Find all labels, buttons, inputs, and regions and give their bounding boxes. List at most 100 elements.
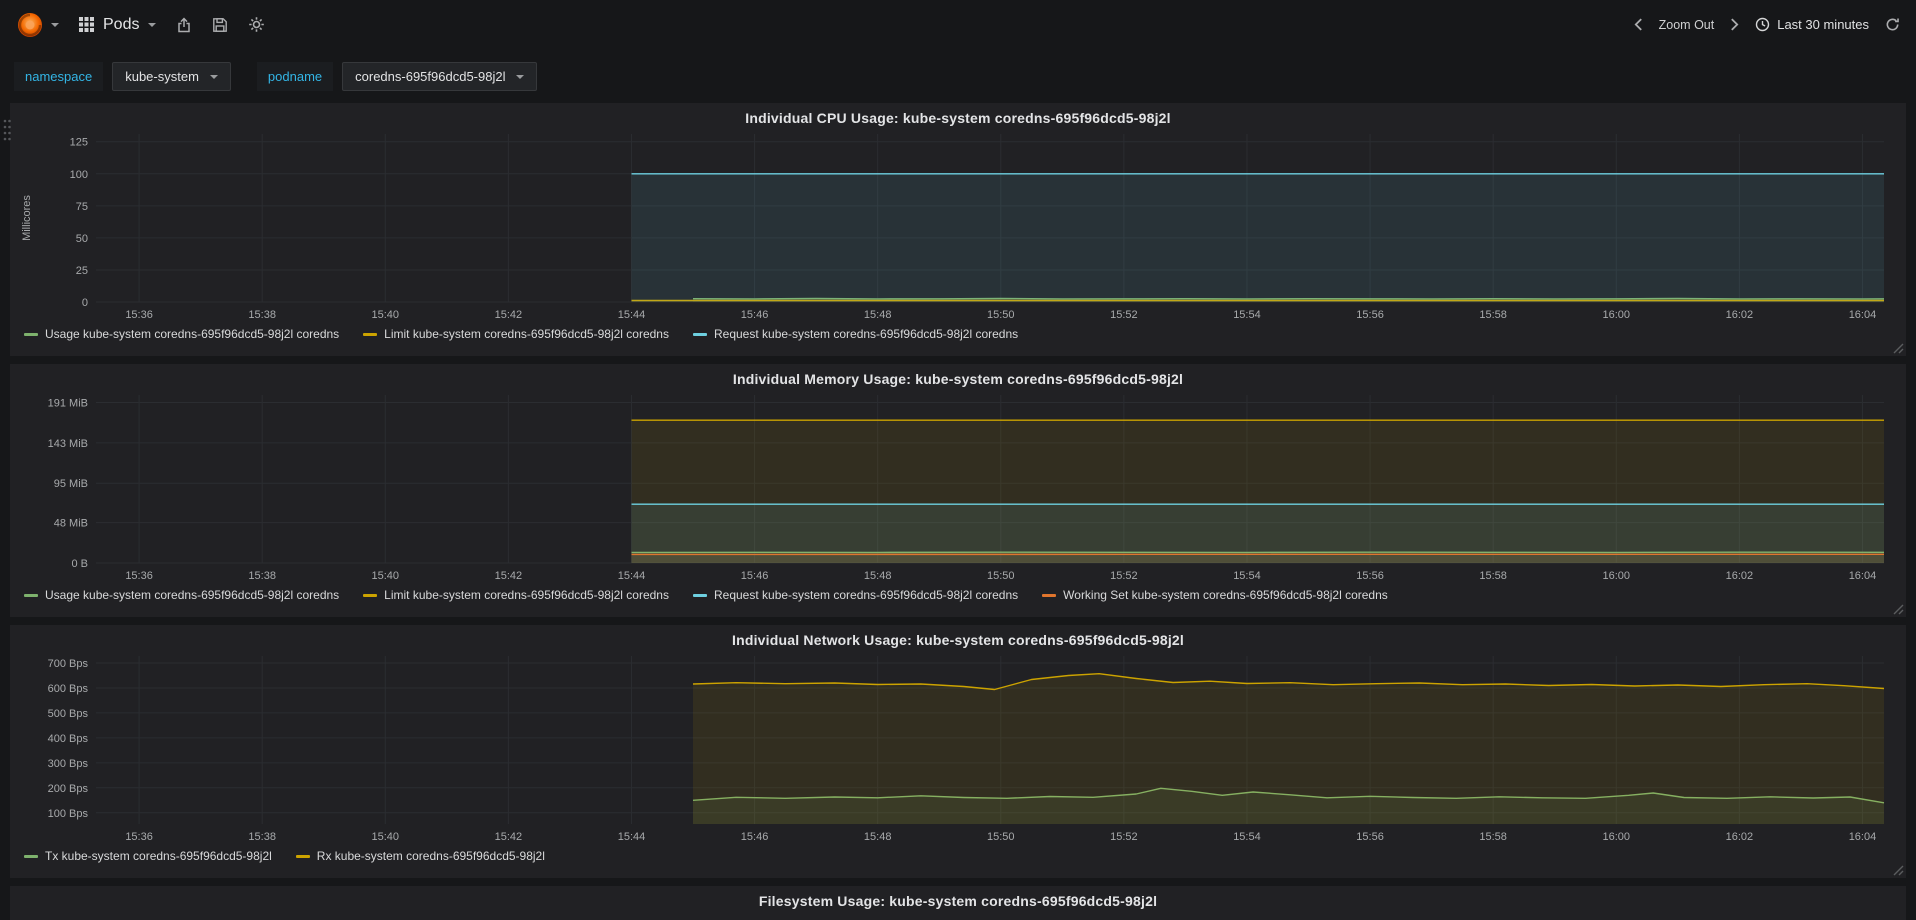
svg-text:16:04: 16:04 (1849, 309, 1877, 321)
legend-item[interactable]: Usage kube-system coredns-695f96dcd5-98j… (24, 588, 339, 602)
svg-text:15:38: 15:38 (248, 831, 276, 843)
variable-namespace-label: namespace (14, 62, 104, 91)
grafana-menu-button[interactable] (16, 11, 59, 39)
panel-title-network[interactable]: Individual Network Usage: kube-system co… (10, 625, 1906, 650)
chevron-down-icon (51, 22, 59, 27)
svg-text:15:52: 15:52 (1110, 309, 1138, 321)
share-icon (178, 17, 191, 32)
panel-title-memory[interactable]: Individual Memory Usage: kube-system cor… (10, 364, 1906, 389)
svg-text:0 B: 0 B (71, 558, 88, 570)
network-usage-chart[interactable]: 100 Bps 200 Bps 300 Bps 400 Bps 500 Bps 600 B… (16, 650, 1900, 848)
svg-text:191 MiB: 191 MiB (48, 398, 88, 410)
svg-text:95 MiB: 95 MiB (54, 478, 88, 490)
panel-resize-handle[interactable] (1891, 341, 1904, 354)
dashboard-title: Pods (103, 15, 140, 33)
memory-chart-area: 0 B 48 MiB 95 MiB 143 MiB 191 MiB 15:36 15:38 1… (10, 389, 1906, 587)
network-chart-area: 100 Bps 200 Bps 300 Bps 400 Bps 500 Bps 600 B… (10, 650, 1906, 848)
legend-series-name: Tx kube-system coredns-695f96dcd5-98j2l (45, 849, 272, 863)
svg-text:15:58: 15:58 (1479, 309, 1507, 321)
share-button[interactable] (176, 17, 192, 33)
time-range-picker[interactable]: Last 30 minutes (1755, 17, 1869, 32)
network-legend: Tx kube-system coredns-695f96dcd5-98j2l R… (10, 848, 1906, 871)
refresh-button[interactable] (1885, 17, 1900, 32)
variable-podname: podname coredns-695f96dcd5-98j2l (256, 62, 538, 91)
row-drag-handle[interactable] (2, 118, 12, 142)
dashboard-picker[interactable]: Pods (79, 15, 157, 34)
legend-series-swatch (24, 854, 38, 858)
legend-item[interactable]: Request kube-system coredns-695f96dcd5-9… (692, 588, 1019, 602)
svg-text:15:42: 15:42 (495, 831, 523, 843)
memory-legend: Usage kube-system coredns-695f96dcd5-98j… (10, 587, 1906, 610)
clock-icon (1756, 17, 1770, 32)
svg-text:15:48: 15:48 (864, 831, 892, 843)
svg-text:15:36: 15:36 (125, 570, 153, 582)
svg-text:15:46: 15:46 (741, 570, 769, 582)
chevron-down-icon (148, 22, 157, 27)
svg-text:15:56: 15:56 (1356, 831, 1384, 843)
apps-grid-icon (79, 17, 94, 32)
svg-text:15:52: 15:52 (1110, 570, 1138, 582)
legend-item[interactable]: Usage kube-system coredns-695f96dcd5-98j… (24, 327, 339, 341)
legend-series-swatch (24, 332, 38, 336)
cpu-legend: Usage kube-system coredns-695f96dcd5-98j… (10, 326, 1906, 349)
svg-text:16:02: 16:02 (1726, 309, 1754, 321)
legend-series-swatch (295, 854, 310, 858)
svg-text:16:00: 16:00 (1602, 309, 1630, 321)
legend-series-name: Request kube-system coredns-695f96dcd5-9… (713, 327, 1019, 341)
panel-title-filesystem[interactable]: Filesystem Usage: kube-system coredns-69… (10, 886, 1906, 911)
svg-text:75: 75 (76, 201, 88, 213)
top-navbar: Pods Zoom Out Last 30 minutes (0, 0, 1916, 49)
svg-text:16:04: 16:04 (1849, 831, 1877, 843)
svg-text:15:46: 15:46 (741, 309, 769, 321)
grafana-logo-icon (18, 12, 42, 37)
panel-title-cpu[interactable]: Individual CPU Usage: kube-system coredn… (10, 103, 1906, 128)
legend-item[interactable]: Limit kube-system coredns-695f96dcd5-98j… (363, 588, 669, 602)
svg-text:300 Bps: 300 Bps (48, 758, 89, 770)
svg-text:15:42: 15:42 (495, 309, 523, 321)
save-button[interactable] (212, 17, 228, 33)
svg-text:0: 0 (82, 297, 88, 309)
svg-text:15:50: 15:50 (987, 831, 1015, 843)
svg-text:500 Bps: 500 Bps (48, 708, 89, 720)
svg-text:15:54: 15:54 (1233, 831, 1261, 843)
svg-text:16:04: 16:04 (1849, 570, 1877, 582)
svg-text:15:56: 15:56 (1356, 570, 1384, 582)
svg-text:15:44: 15:44 (618, 831, 646, 843)
legend-series-name: Usage kube-system coredns-695f96dcd5-98j… (45, 327, 340, 341)
cpu-usage-chart[interactable]: 0 25 50 75 100 125 15:36 15:38 15:40 15:42 15:44 15… (16, 128, 1900, 326)
panel-resize-handle[interactable] (1891, 863, 1904, 876)
legend-series-swatch (363, 593, 378, 597)
svg-text:15:48: 15:48 (864, 570, 892, 582)
legend-item[interactable]: Working Set kube-system coredns-695f96dc… (1042, 588, 1388, 602)
time-shift-forward-button[interactable] (1730, 18, 1739, 31)
legend-series-name: Limit kube-system coredns-695f96dcd5-98j… (384, 327, 669, 341)
memory-usage-chart[interactable]: 0 B 48 MiB 95 MiB 143 MiB 191 MiB 15:36 15:38 1… (16, 389, 1900, 587)
chevron-left-icon (1634, 18, 1642, 31)
svg-text:15:50: 15:50 (987, 570, 1015, 582)
chevron-down-icon (209, 74, 218, 79)
gear-icon (249, 17, 265, 32)
chevron-down-icon (516, 74, 525, 79)
legend-item[interactable]: Limit kube-system coredns-695f96dcd5-98j… (363, 327, 669, 341)
settings-button[interactable] (248, 16, 265, 33)
panel-resize-handle[interactable] (1891, 602, 1904, 615)
panel-filesystem-usage: Filesystem Usage: kube-system coredns-69… (10, 886, 1906, 920)
legend-item[interactable]: Request kube-system coredns-695f96dcd5-9… (692, 327, 1019, 341)
cpu-chart-area: 0 25 50 75 100 125 15:36 15:38 15:40 15:42 15:44 15… (10, 128, 1906, 326)
svg-text:48 MiB: 48 MiB (54, 518, 88, 530)
svg-text:143 MiB: 143 MiB (48, 438, 88, 450)
svg-text:15:48: 15:48 (864, 309, 892, 321)
svg-text:15:52: 15:52 (1110, 831, 1138, 843)
legend-item[interactable]: Rx kube-system coredns-695f96dcd5-98j2l (295, 849, 545, 863)
variable-namespace-dropdown[interactable]: kube-system (112, 62, 231, 91)
zoom-out-button[interactable]: Zoom Out (1659, 18, 1715, 32)
legend-series-swatch (692, 593, 707, 597)
svg-text:50: 50 (76, 233, 88, 245)
legend-item[interactable]: Tx kube-system coredns-695f96dcd5-98j2l (24, 849, 272, 863)
time-shift-back-button[interactable] (1634, 18, 1643, 31)
navbar-left: Pods (16, 11, 265, 39)
svg-text:15:36: 15:36 (125, 831, 153, 843)
variable-podname-dropdown[interactable]: coredns-695f96dcd5-98j2l (342, 62, 538, 91)
time-range-label: Last 30 minutes (1777, 17, 1869, 32)
legend-series-name: Request kube-system coredns-695f96dcd5-9… (713, 588, 1019, 602)
